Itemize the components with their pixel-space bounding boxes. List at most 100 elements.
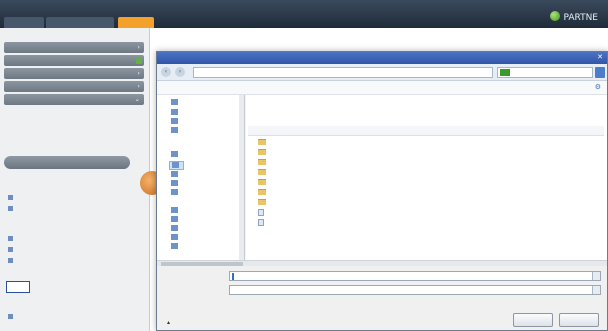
dialog-titlebar: ✕ <box>157 52 607 64</box>
chevron-down-icon[interactable] <box>592 272 600 280</box>
download-icon <box>171 118 178 124</box>
sidebar-link[interactable] <box>8 194 16 202</box>
bullet-icon <box>8 195 13 200</box>
filename-value <box>232 273 234 280</box>
sidebar-item-5[interactable]: ⌄ <box>4 94 144 105</box>
music-icon <box>171 171 178 177</box>
sidebar-link[interactable] <box>8 246 16 254</box>
library-icon <box>171 151 178 157</box>
file-list-pane <box>246 95 607 260</box>
chevron-down-icon: ⌄ <box>134 95 140 103</box>
file-row[interactable] <box>248 168 604 178</box>
document-icon <box>258 209 264 216</box>
sidebar-link[interactable] <box>8 235 16 243</box>
file-row[interactable] <box>248 208 604 218</box>
pictures-icon <box>171 180 178 186</box>
dialog-footer: ▴ <box>157 266 607 330</box>
filetype-select[interactable] <box>229 285 601 295</box>
filename-input[interactable] <box>229 271 601 281</box>
documents-icon <box>172 162 179 168</box>
nav-item[interactable] <box>171 127 180 134</box>
status-icon <box>136 58 142 64</box>
document-icon <box>258 219 264 226</box>
bullet-icon <box>8 206 13 211</box>
chevron-right-icon: › <box>137 82 140 90</box>
nav-item[interactable] <box>171 99 180 106</box>
nav-item[interactable] <box>171 171 180 178</box>
sidebar-item-2[interactable]: › <box>4 55 144 66</box>
bullet-icon <box>8 236 13 241</box>
sidebar-link[interactable] <box>8 205 16 213</box>
cancel-button[interactable] <box>559 313 599 327</box>
globe-icon <box>550 11 561 21</box>
folder-icon <box>258 159 266 165</box>
close-icon[interactable]: ✕ <box>595 53 605 63</box>
navigation-pane <box>157 95 245 260</box>
sidebar-link[interactable] <box>8 313 16 321</box>
chevron-down-icon[interactable] <box>592 286 600 294</box>
search-input[interactable] <box>497 67 593 78</box>
computer-icon <box>171 207 178 213</box>
help-icon[interactable]: ⚙ <box>595 83 601 91</box>
network-drive-icon <box>171 243 178 249</box>
bullet-icon <box>8 247 13 252</box>
tab-1[interactable] <box>4 17 44 28</box>
command-bar: ⚙ <box>157 81 607 95</box>
drive-icon <box>171 216 178 222</box>
file-row[interactable] <box>248 138 604 148</box>
chevron-right-icon: › <box>137 43 140 51</box>
back-icon[interactable]: ‹ <box>161 67 171 77</box>
sidebar-pill-button[interactable] <box>4 156 130 169</box>
file-row[interactable] <box>248 148 604 158</box>
nav-item[interactable] <box>171 207 180 214</box>
drive-icon <box>171 225 178 231</box>
drive-icon <box>171 234 178 240</box>
brand-text: PARTNE <box>563 13 598 23</box>
app-header: PARTNE <box>0 0 608 28</box>
star-icon <box>171 99 178 105</box>
nav-scrollbar[interactable] <box>239 95 244 260</box>
bullet-icon <box>8 258 13 263</box>
sidebar-item-4[interactable]: › <box>4 81 144 92</box>
video-icon <box>171 189 178 195</box>
sidebar-selected-link[interactable] <box>6 281 30 293</box>
chevron-up-icon: ▴ <box>167 319 171 326</box>
forward-icon[interactable]: › <box>175 67 185 77</box>
nav-item[interactable] <box>171 109 180 116</box>
brand-logo: PARTNE <box>550 11 598 23</box>
folder-icon <box>258 199 266 205</box>
file-row[interactable] <box>248 218 604 228</box>
folder-icon <box>258 189 266 195</box>
save-as-dialog: ✕ ‹ › ⚙ ▴ <box>156 51 608 331</box>
nav-item[interactable] <box>171 151 180 158</box>
save-button[interactable] <box>513 313 553 327</box>
nav-item[interactable] <box>171 180 180 187</box>
tab-2[interactable] <box>46 17 114 28</box>
folder-icon <box>258 169 266 175</box>
hide-folders-toggle[interactable]: ▴ <box>167 319 170 326</box>
nav-item[interactable] <box>171 118 180 125</box>
chevron-right-icon: › <box>137 69 140 77</box>
file-row[interactable] <box>248 188 604 198</box>
nav-item-selected[interactable] <box>169 161 184 170</box>
tab-3[interactable] <box>118 17 154 28</box>
address-input[interactable] <box>193 67 493 78</box>
folder-icon <box>258 179 266 185</box>
nav-item[interactable] <box>171 225 180 232</box>
file-row[interactable] <box>248 198 604 208</box>
desktop-icon <box>171 109 178 115</box>
clock-icon <box>171 127 178 133</box>
refresh-icon[interactable] <box>595 67 605 78</box>
nav-item[interactable] <box>171 216 180 223</box>
file-row[interactable] <box>248 158 604 168</box>
folder-icon <box>258 149 266 155</box>
sidebar-item-3[interactable]: › <box>4 68 144 79</box>
search-icon <box>500 69 510 76</box>
address-bar-row: ‹ › <box>157 64 607 81</box>
nav-item[interactable] <box>171 189 180 196</box>
sidebar-link[interactable] <box>8 257 16 265</box>
sidebar-item-1[interactable]: › <box>4 42 144 53</box>
file-row[interactable] <box>248 178 604 188</box>
nav-item[interactable] <box>171 234 180 241</box>
nav-item[interactable] <box>171 243 180 250</box>
